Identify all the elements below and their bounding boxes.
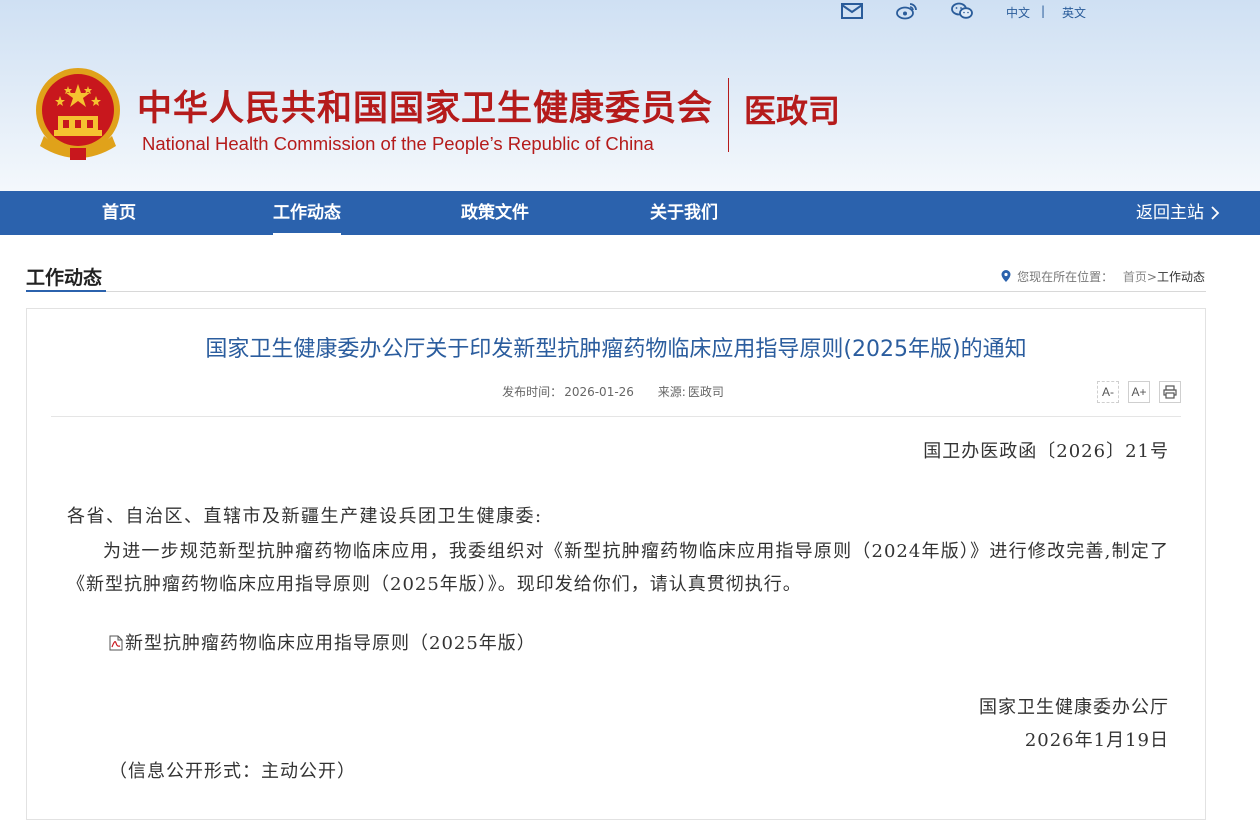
print-button[interactable] <box>1159 381 1181 403</box>
font-smaller-label: A- <box>1102 385 1114 399</box>
source-label: 来源: <box>657 385 686 399</box>
body-paragraph: 为进一步规范新型抗肿瘤药物临床应用，我委组织对《新型抗肿瘤药物临床应用指导原则（… <box>67 541 1169 595</box>
header-divider <box>728 78 729 152</box>
signer: 国家卫生健康委办公厅 <box>979 697 1169 718</box>
location-pin-icon <box>1001 270 1011 282</box>
site-header: 中文 | 英文 中华人民共和国国家卫生健康委员会 National Health… <box>0 0 1260 191</box>
pdf-file-icon <box>109 635 123 651</box>
disclosure-note: （信息公开形式：主动公开） <box>109 761 356 782</box>
nav-item-home[interactable]: 首页 <box>102 191 136 235</box>
breadcrumb-separator: > <box>1146 270 1157 284</box>
sign-date: 2026年1月19日 <box>1024 730 1169 751</box>
article-meta: 发布时间： 2026-01-26 来源: 医政司 <box>27 383 1205 400</box>
breadcrumb-current: 工作动态 <box>1156 270 1205 284</box>
section-title: 工作动态 <box>26 267 103 289</box>
national-emblem-logo[interactable] <box>30 66 126 164</box>
print-icon <box>1163 385 1177 399</box>
lang-separator: | <box>1041 4 1046 18</box>
font-larger-label: A+ <box>1131 385 1147 399</box>
chevron-right-icon[interactable] <box>1210 206 1220 220</box>
font-smaller-button[interactable]: A- <box>1097 381 1119 403</box>
source-value: 医政司 <box>687 385 724 399</box>
article-divider <box>51 416 1181 417</box>
lang-english-link[interactable]: 英文 <box>1062 4 1086 21</box>
lang-chinese-link[interactable]: 中文 <box>1006 4 1030 21</box>
publish-date: 2026-01-26 <box>564 385 634 399</box>
section-divider <box>26 291 1206 292</box>
wechat-icon[interactable] <box>951 2 973 20</box>
font-larger-button[interactable]: A+ <box>1128 381 1150 403</box>
attachment-link[interactable]: 新型抗肿瘤药物临床应用指导原则（2025年版） <box>109 629 536 655</box>
nav-item-about-us[interactable]: 关于我们 <box>650 191 718 235</box>
org-name-english: National Health Commission of the People… <box>142 133 654 154</box>
org-name-chinese: 中华人民共和国国家卫生健康委员会 <box>137 89 714 129</box>
back-to-main-site-link[interactable]: 返回主站 <box>1136 191 1204 235</box>
main-nav: 首页 工作动态 政策文件 关于我们 返回主站 <box>0 191 1260 235</box>
article-title: 国家卫生健康委办公厅关于印发新型抗肿瘤药物临床应用指导原则(2025年版)的通知 <box>205 337 1027 362</box>
breadcrumb-home-link[interactable]: 首页 <box>1123 270 1147 284</box>
breadcrumb-prefix: 您现在所在位置： <box>1017 270 1114 284</box>
breadcrumb: 您现在所在位置： 首页>工作动态 <box>1001 268 1205 285</box>
nav-item-policy-docs[interactable]: 政策文件 <box>461 191 529 235</box>
department-name: 医政司 <box>744 92 841 130</box>
mail-icon[interactable] <box>841 2 863 20</box>
publish-label: 发布时间： <box>502 385 563 399</box>
article-panel: 国家卫生健康委办公厅关于印发新型抗肿瘤药物临床应用指导原则(2025年版)的通知… <box>26 308 1206 820</box>
attachment-title[interactable]: 新型抗肿瘤药物临床应用指导原则（2025年版） <box>125 633 536 654</box>
salutation: 各省、自治区、直辖市及新疆生产建设兵团卫生健康委: <box>67 506 543 527</box>
weibo-icon[interactable] <box>896 2 918 20</box>
document-number: 国卫办医政函〔2026〕21号 <box>923 441 1169 462</box>
nav-item-work-news[interactable]: 工作动态 <box>273 191 341 235</box>
section-title-underline <box>26 290 106 292</box>
